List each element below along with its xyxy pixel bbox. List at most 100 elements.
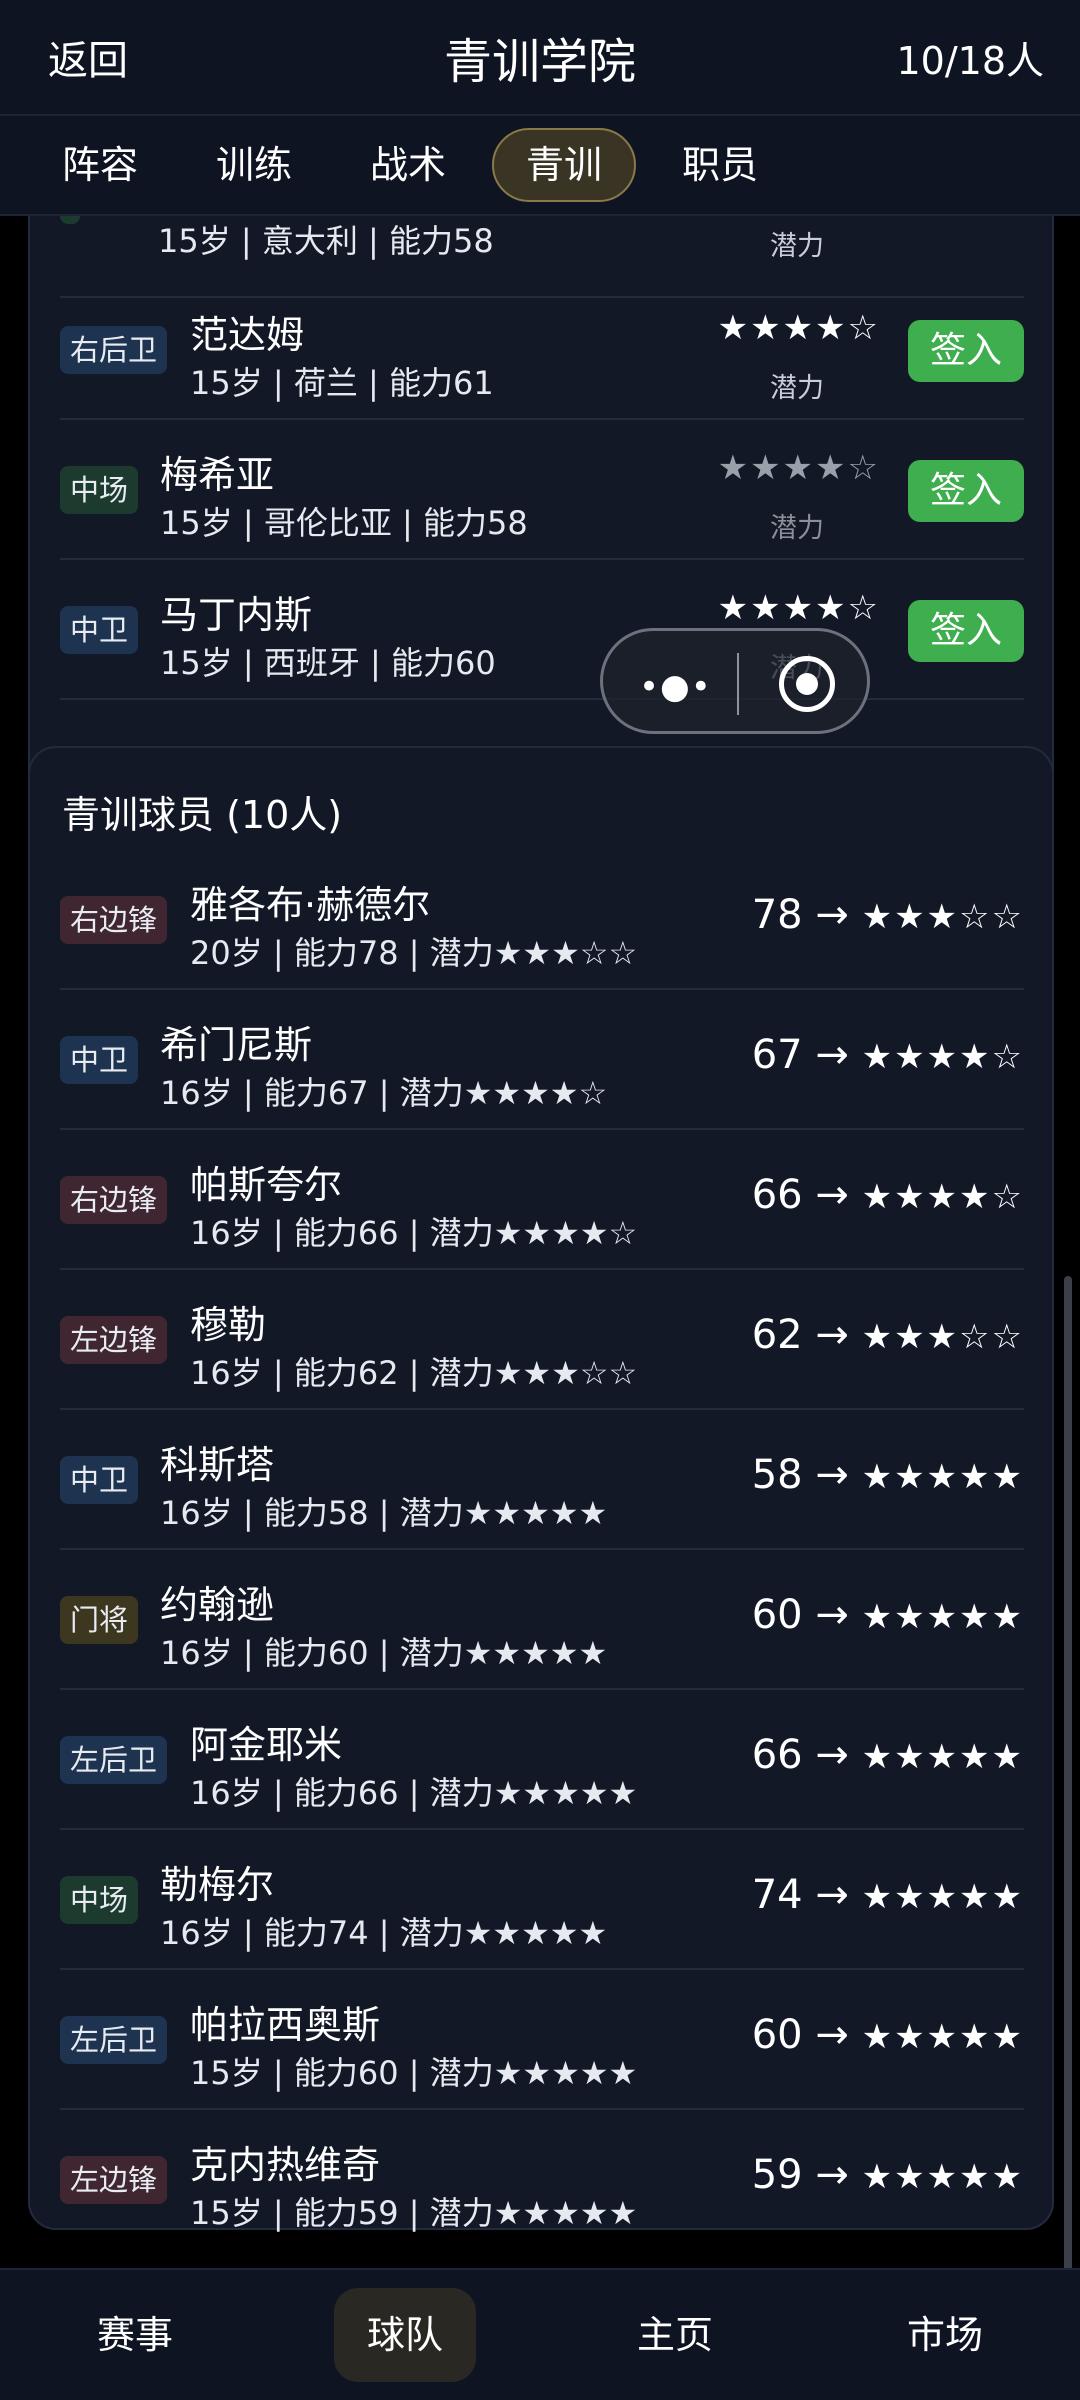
sign-button[interactable]: 签入	[908, 600, 1024, 662]
player-name: 梅希亚	[160, 453, 275, 497]
player-info: 15岁 | 意大利 | 能力58	[158, 222, 494, 260]
projection: 58 → ★★★★★	[752, 1452, 1024, 1498]
player-row[interactable]: 中场 勒梅尔 16岁 | 能力74 | 潜力★★★★★ 74 → ★★★★★	[60, 1830, 1024, 1970]
position-badge: 左后卫	[60, 2016, 168, 2064]
position-badge: 中场	[60, 466, 139, 514]
position-badge: 左后卫	[60, 1736, 168, 1784]
nav-matches[interactable]: 赛事	[60, 2288, 210, 2382]
player-name: 勒梅尔	[160, 1863, 275, 1907]
player-row[interactable]: 左后卫 阿金耶米 16岁 | 能力66 | 潜力★★★★★ 66 → ★★★★★	[60, 1690, 1024, 1830]
projection: 59 → ★★★★★	[752, 2152, 1024, 2198]
tab-tactics[interactable]: 战术	[338, 128, 478, 202]
player-row[interactable]: 右边锋 帕斯夸尔 16岁 | 能力66 | 潜力★★★★☆ 66 → ★★★★☆	[60, 1130, 1024, 1270]
arrow-icon: →	[815, 2012, 849, 2058]
arrow-icon: →	[815, 2152, 849, 2198]
arrow-icon: →	[815, 1732, 849, 1778]
player-info: 16岁 | 能力66 | 潜力★★★★★	[190, 1774, 638, 1812]
arrow-icon: →	[815, 1032, 849, 1078]
nav-market[interactable]: 市场	[870, 2288, 1020, 2382]
potential-stars: ★★★★☆	[717, 448, 880, 488]
more-icon[interactable]: •●•	[639, 667, 712, 707]
projection: 67 → ★★★★☆	[752, 1032, 1024, 1078]
position-badge: 中卫	[60, 1036, 139, 1084]
capsule-divider	[737, 653, 739, 715]
player-row[interactable]: 左边锋 克内热维奇 15岁 | 能力59 | 潜力★★★★★ 59 → ★★★★…	[60, 2110, 1024, 2250]
player-info: 20岁 | 能力78 | 潜力★★★☆☆	[190, 934, 638, 972]
position-badge	[60, 216, 80, 224]
projection: 60 → ★★★★★	[752, 1592, 1024, 1638]
tab-training[interactable]: 训练	[184, 128, 324, 202]
current-ability: 67	[751, 1032, 803, 1078]
player-row[interactable]: 门将 约翰逊 16岁 | 能力60 | 潜力★★★★★ 60 → ★★★★★	[60, 1550, 1024, 1690]
close-target-icon[interactable]	[779, 656, 835, 712]
player-info: 16岁 | 能力67 | 潜力★★★★☆	[160, 1074, 608, 1112]
potential-label: 潜力	[770, 373, 824, 404]
projected-stars: ★★★★★	[861, 1597, 1024, 1637]
scroll-content[interactable]: 15岁 | 意大利 | 能力58 潜力 签入 右后卫 范达姆 15岁 | 荷兰 …	[0, 216, 1080, 2268]
player-row[interactable]: 中卫 科斯塔 16岁 | 能力58 | 潜力★★★★★ 58 → ★★★★★	[60, 1410, 1024, 1550]
back-button[interactable]: 返回	[48, 28, 128, 86]
top-bar: 返回 青训学院 10/18人	[0, 0, 1080, 116]
player-name: 马丁内斯	[160, 593, 313, 637]
prospect-row: 右后卫 范达姆 15岁 | 荷兰 | 能力61 ★★★★☆ 潜力 签入	[60, 280, 1024, 420]
player-info: 16岁 | 能力60 | 潜力★★★★★	[160, 1634, 608, 1672]
sign-button[interactable]: 签入	[908, 460, 1024, 522]
player-name: 希门尼斯	[160, 1023, 313, 1067]
projection: 66 → ★★★★★	[752, 1732, 1024, 1778]
player-name: 范达姆	[190, 313, 305, 357]
arrow-icon: →	[815, 1872, 849, 1918]
projected-stars: ★★★★★	[861, 1737, 1024, 1777]
player-row[interactable]: 左边锋 穆勒 16岁 | 能力62 | 潜力★★★☆☆ 62 → ★★★☆☆	[60, 1270, 1024, 1410]
arrow-icon: →	[815, 1312, 849, 1358]
potential-stars: ★★★★☆	[717, 588, 880, 628]
projected-stars: ★★★★★	[861, 2017, 1024, 2057]
sign-button[interactable]: 签入	[908, 320, 1024, 382]
player-info: 16岁 | 能力74 | 潜力★★★★★	[160, 1914, 608, 1952]
projection: 60 → ★★★★★	[752, 2012, 1024, 2058]
player-row[interactable]: 左后卫 帕拉西奥斯 15岁 | 能力60 | 潜力★★★★★ 60 → ★★★★…	[60, 1970, 1024, 2110]
projected-stars: ★★★★★	[861, 1457, 1024, 1497]
player-name: 雅各布·赫德尔	[190, 883, 431, 927]
projected-stars: ★★★★★	[861, 1877, 1024, 1917]
position-badge: 中场	[60, 1876, 139, 1924]
player-name: 阿金耶米	[190, 1723, 343, 1767]
current-ability: 60	[751, 1592, 803, 1638]
projection: 62 → ★★★☆☆	[752, 1312, 1024, 1358]
player-info: 15岁 | 荷兰 | 能力61	[190, 364, 494, 402]
current-ability: 60	[751, 2012, 803, 2058]
current-ability: 62	[751, 1312, 803, 1358]
position-badge: 左边锋	[60, 2156, 168, 2204]
section-title: 青训球员 (10人)	[62, 793, 343, 837]
player-row[interactable]: 右边锋 雅各布·赫德尔 20岁 | 能力78 | 潜力★★★☆☆ 78 → ★★…	[60, 850, 1024, 990]
prospect-row: 中卫 马丁内斯 15岁 | 西班牙 | 能力60 ★★★★☆ 潜力 签入	[60, 560, 1024, 700]
nav-team[interactable]: 球队	[334, 2288, 476, 2382]
player-info: 16岁 | 能力58 | 潜力★★★★★	[160, 1494, 608, 1532]
position-badge: 中卫	[60, 1456, 139, 1504]
player-info: 16岁 | 能力62 | 潜力★★★☆☆	[190, 1354, 638, 1392]
projected-stars: ★★★☆☆	[861, 1317, 1024, 1357]
scrollbar[interactable]	[1064, 1276, 1072, 2268]
player-name: 穆勒	[190, 1303, 267, 1347]
tab-youth[interactable]: 青训	[492, 128, 637, 202]
position-badge: 门将	[60, 1596, 139, 1644]
player-row[interactable]: 中卫 希门尼斯 16岁 | 能力67 | 潜力★★★★☆ 67 → ★★★★☆	[60, 990, 1024, 1130]
bottom-nav: 赛事 球队 主页 市场	[0, 2268, 1080, 2400]
potential-label: 潜力	[770, 231, 824, 262]
nav-home[interactable]: 主页	[600, 2288, 750, 2382]
tab-squad[interactable]: 阵容	[30, 128, 170, 202]
arrow-icon: →	[815, 892, 849, 938]
current-ability: 66	[751, 1172, 803, 1218]
position-badge: 右后卫	[60, 326, 168, 374]
current-ability: 66	[751, 1732, 803, 1778]
position-badge: 中卫	[60, 606, 139, 654]
tab-staff[interactable]: 职员	[650, 128, 790, 202]
projected-stars: ★★★★★	[861, 2157, 1024, 2197]
arrow-icon: →	[815, 1592, 849, 1638]
app-root: 返回 青训学院 10/18人 阵容 训练 战术 青训 职员 15岁 | 意大利 …	[0, 0, 1080, 2400]
position-badge: 右边锋	[60, 1176, 168, 1224]
prospect-row: 中场 梅希亚 15岁 | 哥伦比亚 | 能力58 ★★★★☆ 潜力 签入	[60, 420, 1024, 560]
floating-capsule[interactable]: •●•	[600, 628, 870, 734]
projection: 78 → ★★★☆☆	[752, 892, 1024, 938]
player-name: 科斯塔	[160, 1443, 275, 1487]
projected-stars: ★★★★☆	[861, 1037, 1024, 1077]
